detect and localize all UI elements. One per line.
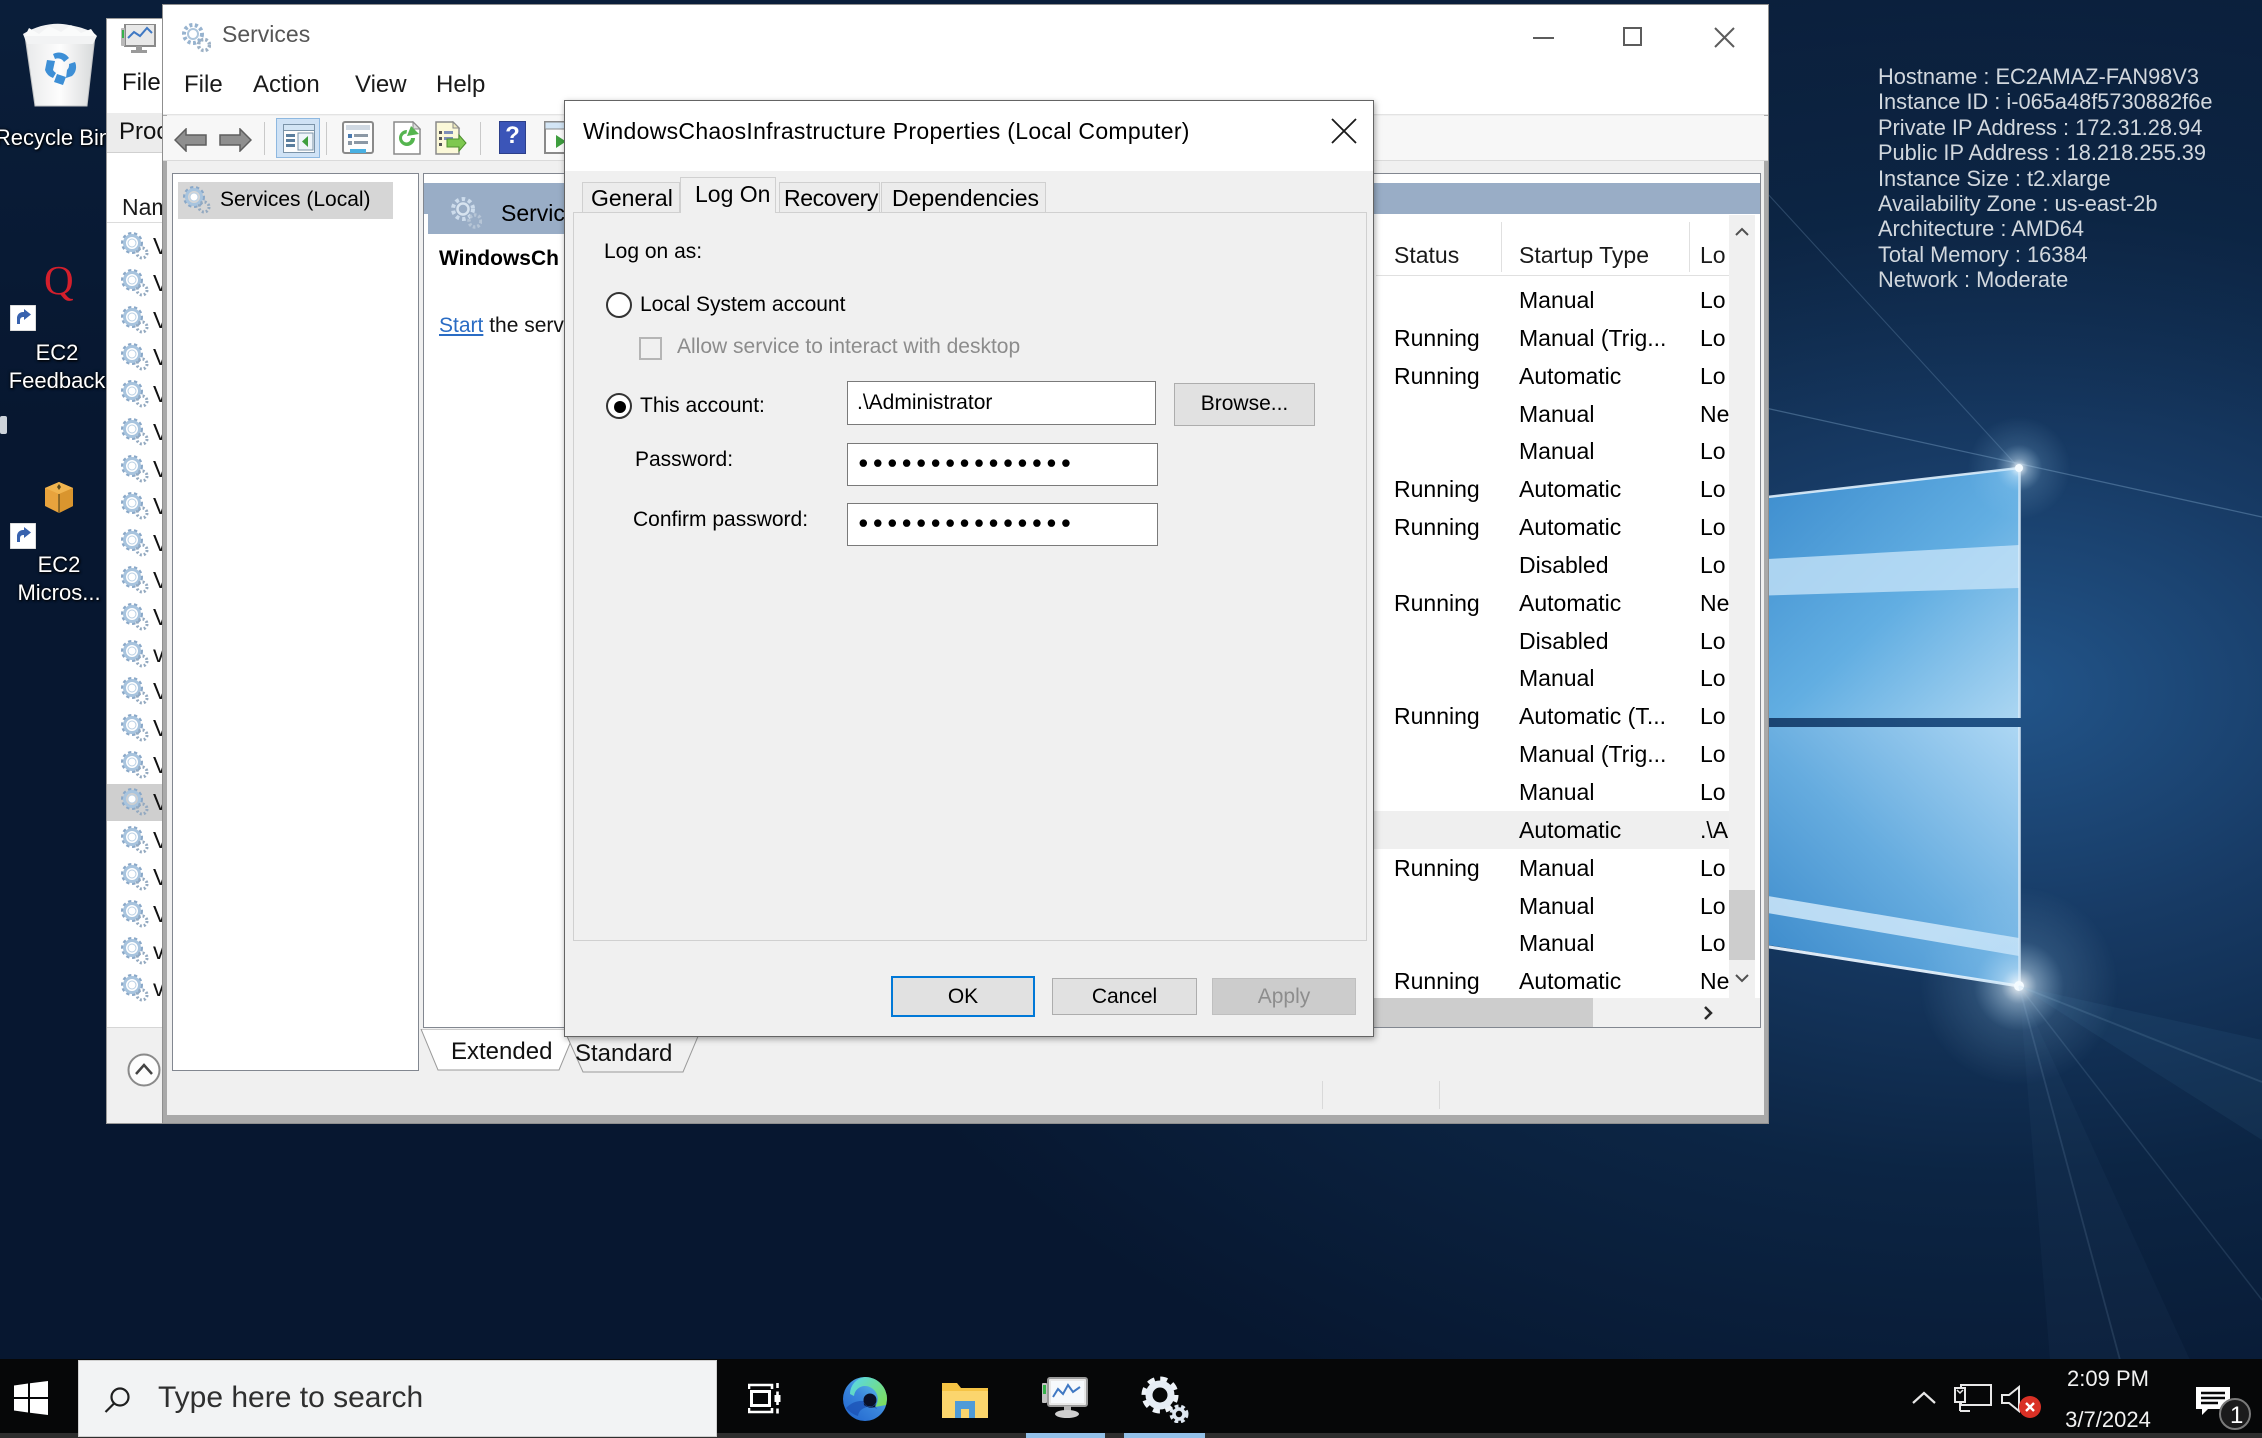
svg-text:Extended: Extended	[451, 1038, 552, 1065]
svg-text:Standard: Standard	[575, 1040, 672, 1067]
svg-text:1: 1	[2230, 1402, 2243, 1429]
